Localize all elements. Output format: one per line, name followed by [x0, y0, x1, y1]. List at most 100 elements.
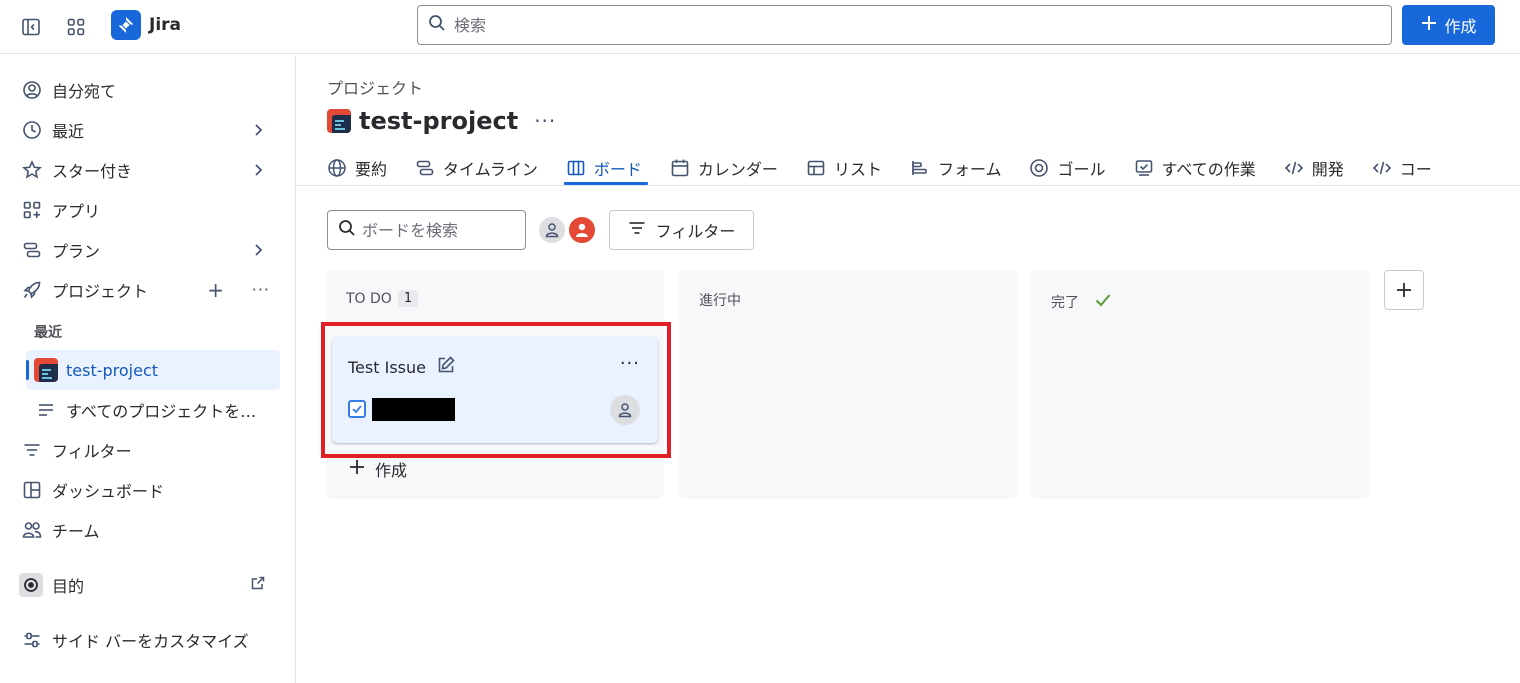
tab-all-work[interactable]: すべての作業 [1134, 151, 1256, 185]
search-icon [428, 14, 446, 36]
breadcrumb[interactable]: プロジェクト [327, 75, 423, 99]
sidebar-item-apps[interactable]: アプリ [12, 192, 282, 228]
board-column-in-progress: 進行中 [679, 270, 1017, 499]
people-icon [22, 520, 42, 540]
apps-icon [22, 200, 42, 220]
tab-label: 要約 [355, 160, 388, 179]
app-name[interactable]: Jira [149, 15, 181, 35]
active-indicator [26, 360, 29, 380]
tab-label: カレンダー [697, 160, 778, 179]
tab-development[interactable]: 開発 [1284, 151, 1344, 185]
create-issue-button[interactable]: 作成 [347, 457, 407, 481]
tab-code[interactable]: コー [1372, 151, 1432, 185]
sidebar-item-label: プラン [52, 242, 101, 261]
plus-icon [347, 457, 367, 481]
sidebar-item-plans[interactable]: プラン [12, 232, 282, 268]
board-icon [566, 158, 586, 178]
global-search[interactable] [417, 5, 1392, 45]
tab-label: 開発 [1311, 160, 1344, 179]
sidebar-item-recent[interactable]: 最近 [12, 112, 282, 148]
board-search-input[interactable] [362, 220, 512, 240]
sidebar-item-label: アプリ [52, 202, 101, 221]
chevron-right-icon[interactable] [248, 120, 268, 140]
search-icon [338, 219, 356, 241]
tab-label: フォーム [937, 160, 1002, 179]
sidebar-item-label: test-project [66, 360, 159, 380]
plus-icon [1420, 14, 1438, 36]
column-header[interactable]: 進行中 [699, 290, 741, 310]
column-header[interactable]: 完了 [1051, 290, 1113, 314]
sidebar-item-filters[interactable]: フィルター [12, 432, 282, 468]
tab-forms[interactable]: フォーム [910, 151, 1002, 185]
chevron-right-icon[interactable] [248, 160, 268, 180]
sidebar-item-dashboards[interactable]: ダッシュボード [12, 472, 282, 508]
user-circle-icon [22, 80, 42, 100]
sidebar-item-customize[interactable]: サイド バーをカスタマイズ [12, 622, 282, 658]
star-icon [22, 160, 42, 180]
sidebar-item-projects[interactable]: プロジェクト + ··· [12, 272, 282, 308]
add-column-button[interactable] [1384, 270, 1424, 310]
board-column-done: 完了 [1031, 270, 1369, 499]
chevron-right-icon[interactable] [248, 240, 268, 260]
more-icon[interactable]: ··· [252, 280, 270, 300]
sidebar-item-teams[interactable]: チーム [12, 512, 282, 548]
dashboard-icon [22, 480, 42, 500]
board-search[interactable] [327, 210, 526, 250]
external-link-icon[interactable] [250, 575, 266, 595]
tab-goals[interactable]: ゴール [1029, 151, 1106, 185]
sidebar-item-label: 自分宛て [52, 82, 117, 101]
sidebar-item-goals[interactable]: 目的 [12, 567, 282, 603]
filter-button-label: フィルター [655, 222, 736, 241]
work-items-icon [1134, 158, 1154, 178]
table-icon [806, 158, 826, 178]
calendar-icon [670, 158, 690, 178]
sidebar-item-label: サイド バーをカスタマイズ [52, 632, 249, 651]
tab-summary[interactable]: 要約 [327, 151, 387, 185]
column-title: TO DO [346, 290, 392, 307]
column-title: 進行中 [699, 293, 741, 309]
sidebar-item-label: フィルター [52, 442, 132, 461]
page-title: test-project [359, 107, 519, 135]
tab-list[interactable]: リスト [806, 151, 882, 185]
top-navigation-bar: Jira 作成 [0, 0, 1520, 54]
create-button[interactable]: 作成 [1402, 5, 1495, 45]
filter-button[interactable]: フィルター [609, 210, 754, 250]
clock-icon [22, 120, 42, 140]
main-content: プロジェクト test-project ··· 要約 タイムライン ボード カレ… [297, 55, 1520, 683]
filter-icon [628, 219, 646, 241]
checkmark-icon [1093, 290, 1113, 314]
create-button-label: 作成 [1444, 17, 1477, 36]
app-switcher-icon[interactable] [62, 13, 90, 41]
tab-label: リスト [833, 160, 882, 179]
sidebar-toggle-icon[interactable] [17, 13, 45, 41]
tabs-divider [297, 185, 1520, 186]
jira-logo-icon[interactable] [111, 10, 141, 40]
tab-label: ゴール [1057, 160, 1106, 179]
sidebar-item-test-project[interactable]: test-project [26, 350, 280, 390]
sidebar-item-starred[interactable]: スター付き [12, 152, 282, 188]
avatar-unassigned[interactable] [537, 215, 567, 245]
rocket-icon [22, 280, 42, 300]
plus-icon [1397, 283, 1411, 297]
sidebar-item-label: スター付き [52, 162, 133, 181]
avatar-user[interactable] [567, 215, 597, 245]
form-icon [910, 158, 930, 178]
tab-calendar[interactable]: カレンダー [670, 151, 778, 185]
globe-icon [327, 158, 347, 178]
code-icon [1284, 158, 1304, 178]
sidebar: 自分宛て 最近 スター付き アプリ プラン プロジェクト + ··· 最近 te… [0, 55, 296, 683]
sidebar-item-label: 目的 [52, 577, 85, 596]
add-project-icon[interactable]: + [207, 280, 224, 300]
more-icon[interactable]: ··· [534, 109, 556, 133]
column-count-badge: 1 [397, 290, 419, 307]
sidebar-item-all-projects[interactable]: すべてのプロジェクトを… [26, 390, 280, 430]
sidebar-item-label: ダッシュボード [52, 482, 165, 501]
tab-board[interactable]: ボード [563, 151, 648, 185]
timeline-icon [415, 158, 435, 178]
column-header[interactable]: TO DO 1 [346, 290, 419, 307]
sidebar-item-assigned[interactable]: 自分宛て [12, 72, 282, 108]
search-input[interactable] [454, 15, 1354, 35]
tab-timeline[interactable]: タイムライン [415, 151, 538, 185]
sidebar-item-label: チーム [52, 522, 100, 541]
sidebar-section-recent: 最近 [34, 325, 62, 341]
